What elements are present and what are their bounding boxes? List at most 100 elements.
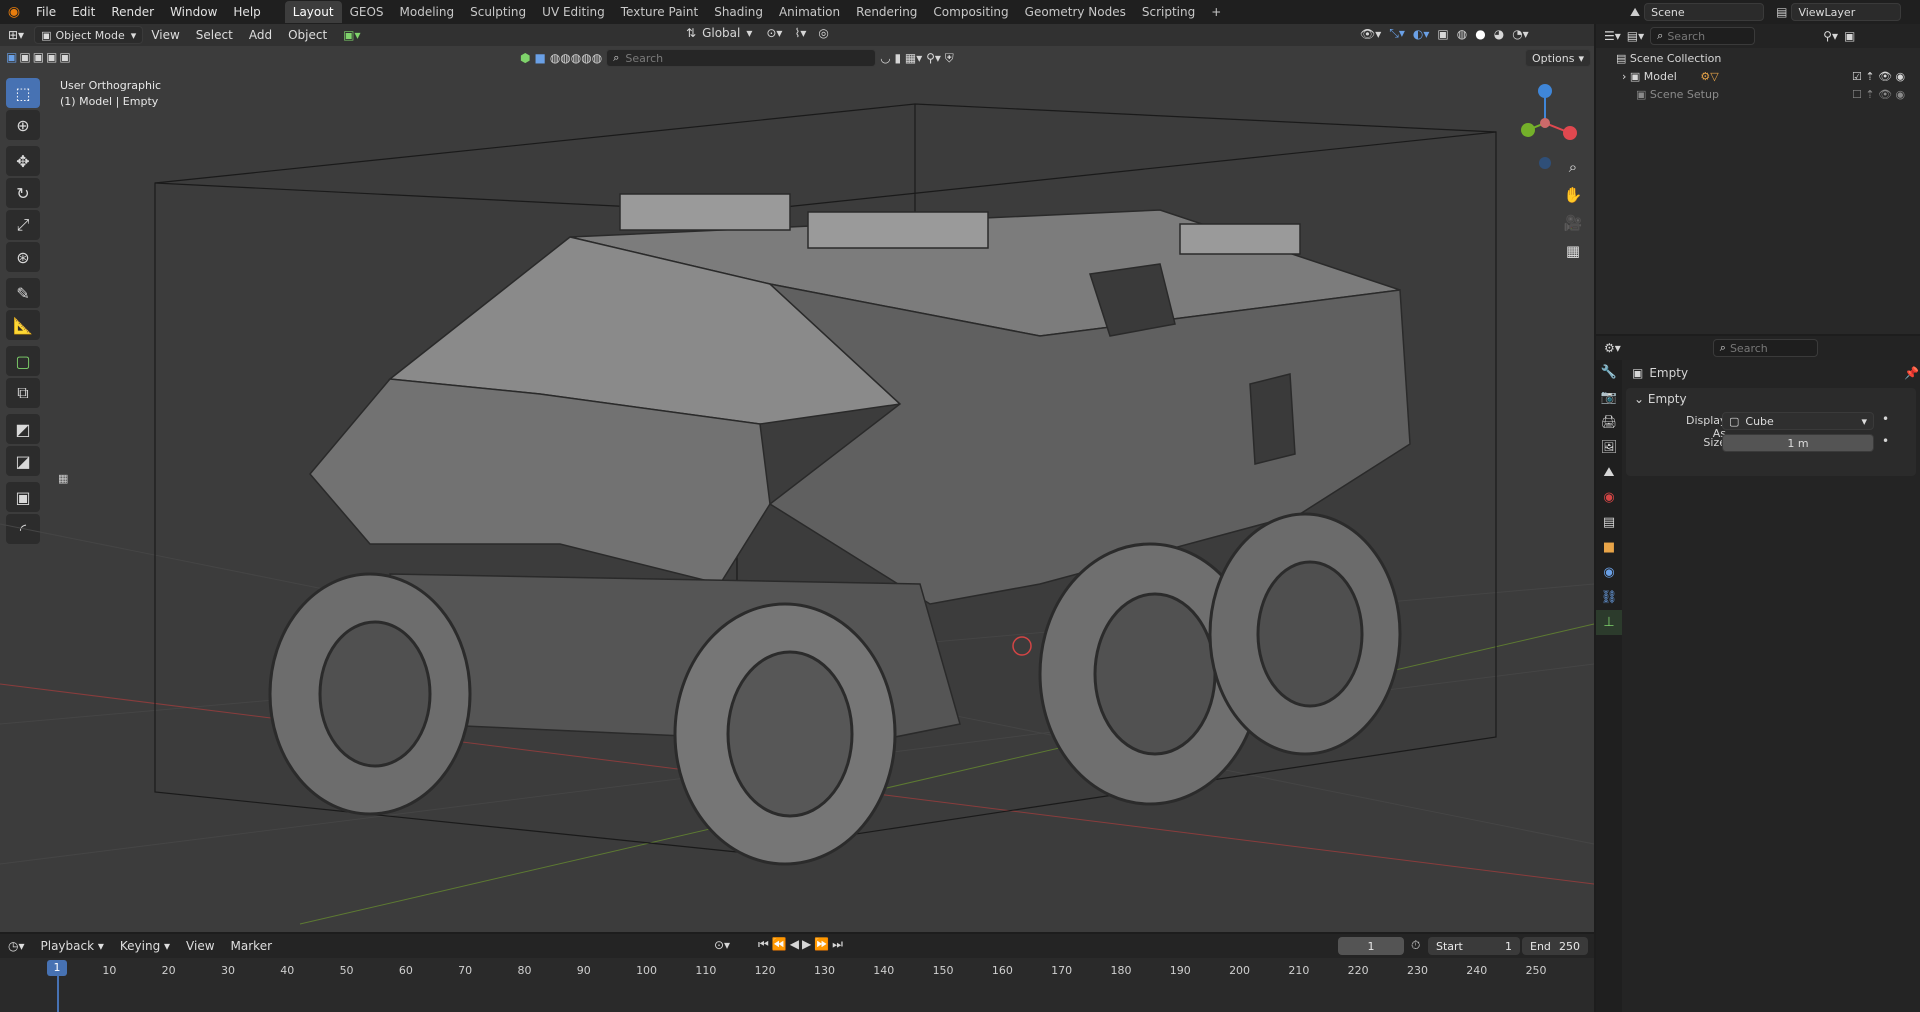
panel-header[interactable]: ⌄ Empty bbox=[1634, 392, 1687, 406]
world-tab-icon[interactable]: ◉ bbox=[1596, 485, 1622, 510]
menu-render[interactable]: Render bbox=[103, 0, 162, 24]
pin-icon[interactable]: 📌 bbox=[1904, 366, 1919, 380]
vehicle-wheels bbox=[268, 512, 1402, 866]
menu-file[interactable]: File bbox=[28, 0, 64, 24]
visibility-checkbox-icon[interactable]: ☐ ⇡ 👁 ◉ bbox=[1852, 86, 1905, 104]
keyframe-dot-icon[interactable]: • bbox=[1882, 412, 1889, 426]
outliner-search-input[interactable]: ⌕ Search bbox=[1650, 27, 1756, 45]
pan-hand-icon[interactable]: ✋ bbox=[1560, 182, 1586, 208]
timeline-tick-label: 170 bbox=[1051, 964, 1073, 977]
outliner-scene-collection[interactable]: ▤ Scene Collection bbox=[1616, 50, 1721, 68]
object-name-label: Empty bbox=[1649, 366, 1689, 380]
view-layer-icon: ▤ bbox=[1776, 5, 1788, 19]
timeline-menu-keying[interactable]: Keying ▾ bbox=[112, 935, 178, 957]
tab-geometry-nodes[interactable]: Geometry Nodes bbox=[1017, 1, 1134, 23]
current-frame-field[interactable]: 1 bbox=[1338, 937, 1404, 955]
display-as-dropdown[interactable]: ▢ Cube ▾ bbox=[1722, 412, 1874, 430]
view-layer-selector[interactable]: ViewLayer bbox=[1791, 3, 1902, 21]
3d-viewport[interactable]: ⊞▾ ▣ Object Mode ▾ View Select Add Objec… bbox=[0, 24, 1594, 932]
render-tab-icon[interactable]: 📷 bbox=[1596, 385, 1622, 410]
timeline-tick-label: 230 bbox=[1406, 964, 1428, 977]
timeline-tick-label: 20 bbox=[161, 964, 176, 977]
gizmo-neg-z-axis[interactable] bbox=[1539, 157, 1551, 169]
tab-compositing[interactable]: Compositing bbox=[925, 1, 1016, 23]
object-data-tab-icon[interactable]: ⊥ bbox=[1596, 610, 1622, 635]
outliner-filter-icon[interactable]: ⚲▾ bbox=[1823, 29, 1838, 43]
timeline-tick-label: 140 bbox=[873, 964, 895, 977]
tab-texture-paint[interactable]: Texture Paint bbox=[613, 1, 706, 23]
modifier-icon: ⚙▽ bbox=[1700, 70, 1719, 83]
gizmo-x-axis[interactable] bbox=[1563, 126, 1577, 140]
menu-help[interactable]: Help bbox=[225, 0, 268, 24]
timeline-tick-label: 180 bbox=[1110, 964, 1132, 977]
tab-layout[interactable]: Layout bbox=[284, 1, 342, 23]
tab-modeling[interactable]: Modeling bbox=[392, 1, 463, 23]
properties-editor-type-icon[interactable]: ⚙▾ bbox=[1604, 341, 1621, 355]
output-tab-icon[interactable]: 🖨 bbox=[1596, 410, 1622, 435]
tool-tab-icon[interactable]: 🔧 bbox=[1596, 360, 1622, 385]
collection-tab-icon[interactable]: ▤ bbox=[1596, 510, 1622, 535]
tab-uv-editing[interactable]: UV Editing bbox=[534, 1, 613, 23]
size-label: Size bbox=[1703, 436, 1726, 449]
menu-edit[interactable]: Edit bbox=[64, 0, 103, 24]
tab-scripting[interactable]: Scripting bbox=[1134, 1, 1203, 23]
end-frame-field[interactable]: End 250 bbox=[1522, 937, 1588, 955]
timeline-editor-type-icon[interactable]: ◷▾ bbox=[0, 935, 33, 957]
empty-object-icon: ▣ bbox=[1632, 366, 1644, 380]
timeline-tick-label: 210 bbox=[1288, 964, 1310, 977]
outliner-editor-type-icon[interactable]: ☰▾ bbox=[1604, 29, 1621, 43]
gizmo-z-axis[interactable] bbox=[1538, 84, 1552, 98]
playhead-line bbox=[57, 976, 59, 1012]
timeline-menu-marker[interactable]: Marker bbox=[223, 935, 280, 957]
scene-tab-icon[interactable]: ⛰ bbox=[1596, 460, 1622, 485]
timeline-panel: ◷▾ Playback ▾ Keying ▾ View Marker ⊙▾ ⏮⏪… bbox=[0, 934, 1594, 1012]
camera-view-icon[interactable]: 🎥 bbox=[1560, 210, 1586, 236]
menu-window[interactable]: Window bbox=[162, 0, 225, 24]
constraints-tab-icon[interactable]: ⛓ bbox=[1596, 585, 1622, 610]
new-collection-icon[interactable]: ▣ bbox=[1844, 29, 1855, 43]
stopwatch-icon[interactable]: ⏱ bbox=[1411, 938, 1420, 953]
visibility-checkbox-icon[interactable]: ☑ ⇡ 👁 ◉ bbox=[1852, 68, 1905, 86]
size-field[interactable]: 1 m bbox=[1722, 434, 1874, 452]
timeline-tick-label: 90 bbox=[576, 964, 591, 977]
tab-rendering[interactable]: Rendering bbox=[848, 1, 925, 23]
blender-logo-icon[interactable]: ◉ bbox=[0, 4, 28, 20]
properties-tab-strip: 🔧 📷 🖨 🖼 ⛰ ◉ ▤ ■ ◉ ⛓ ⊥ bbox=[1596, 360, 1622, 1012]
keyframe-dot-icon[interactable]: • bbox=[1882, 434, 1889, 448]
scene-selector[interactable]: Scene bbox=[1644, 3, 1765, 21]
outliner-item-scene-setup[interactable]: ▣ Scene Setup ☐ ⇡ 👁 ◉ bbox=[1636, 86, 1912, 104]
add-workspace-button[interactable]: + bbox=[1203, 1, 1229, 23]
timeline-tick-label: 10 bbox=[102, 964, 117, 977]
timeline-tick-label: 100 bbox=[636, 964, 658, 977]
outliner-item-model[interactable]: › ▣ Model ⚙▽ ☑ ⇡ 👁 ◉ bbox=[1622, 68, 1912, 86]
scene-canvas bbox=[0, 103, 1594, 925]
physics-tab-icon[interactable]: ◉ bbox=[1596, 560, 1622, 585]
timeline-tick-label: 60 bbox=[398, 964, 413, 977]
timeline-header: ◷▾ Playback ▾ Keying ▾ View Marker ⊙▾ ⏮⏪… bbox=[0, 934, 1594, 958]
timeline-tick-label: 70 bbox=[458, 964, 473, 977]
start-frame-field[interactable]: Start 1 bbox=[1428, 937, 1520, 955]
properties-panel: ⚙▾ ⌕ Search 🔧 📷 🖨 🖼 ⛰ ◉ ▤ ■ ◉ ⛓ ⊥ ▣ Empt… bbox=[1596, 336, 1920, 1012]
properties-search-input[interactable]: ⌕ Search bbox=[1712, 339, 1818, 357]
timeline-tick-label: 50 bbox=[339, 964, 354, 977]
perspective-toggle-icon[interactable]: ▦ bbox=[1560, 238, 1586, 264]
timeline-tick-label: 220 bbox=[1347, 964, 1369, 977]
playhead[interactable]: 1 bbox=[47, 960, 67, 976]
gizmo-y-axis[interactable] bbox=[1521, 123, 1535, 137]
timeline-tick-label: 120 bbox=[754, 964, 776, 977]
playback-controls[interactable]: ⏮⏪◀▶⏩⏭ bbox=[758, 937, 846, 952]
timeline-menu-playback[interactable]: Playback ▾ bbox=[33, 935, 112, 957]
tab-shading[interactable]: Shading bbox=[706, 1, 771, 23]
record-icon[interactable]: ⊙▾ bbox=[714, 938, 730, 952]
zoom-icon[interactable]: ⌕ bbox=[1560, 154, 1586, 180]
timeline-ruler[interactable]: 10 20 30 40 50 60 70 80 90 100 110 120 130 140 150 160 1… bbox=[0, 958, 1594, 1012]
object-tab-icon[interactable]: ■ bbox=[1596, 535, 1622, 560]
expand-arrow-icon[interactable]: › bbox=[1622, 70, 1630, 83]
tab-geos[interactable]: GEOS bbox=[342, 1, 392, 23]
display-mode-icon[interactable]: ▤▾ bbox=[1627, 29, 1644, 43]
view-layer-tab-icon[interactable]: 🖼 bbox=[1596, 435, 1622, 460]
tab-animation[interactable]: Animation bbox=[771, 1, 848, 23]
collection-icon: ▣ bbox=[1629, 70, 1644, 83]
tab-sculpting[interactable]: Sculpting bbox=[462, 1, 534, 23]
timeline-menu-view[interactable]: View bbox=[178, 935, 222, 957]
